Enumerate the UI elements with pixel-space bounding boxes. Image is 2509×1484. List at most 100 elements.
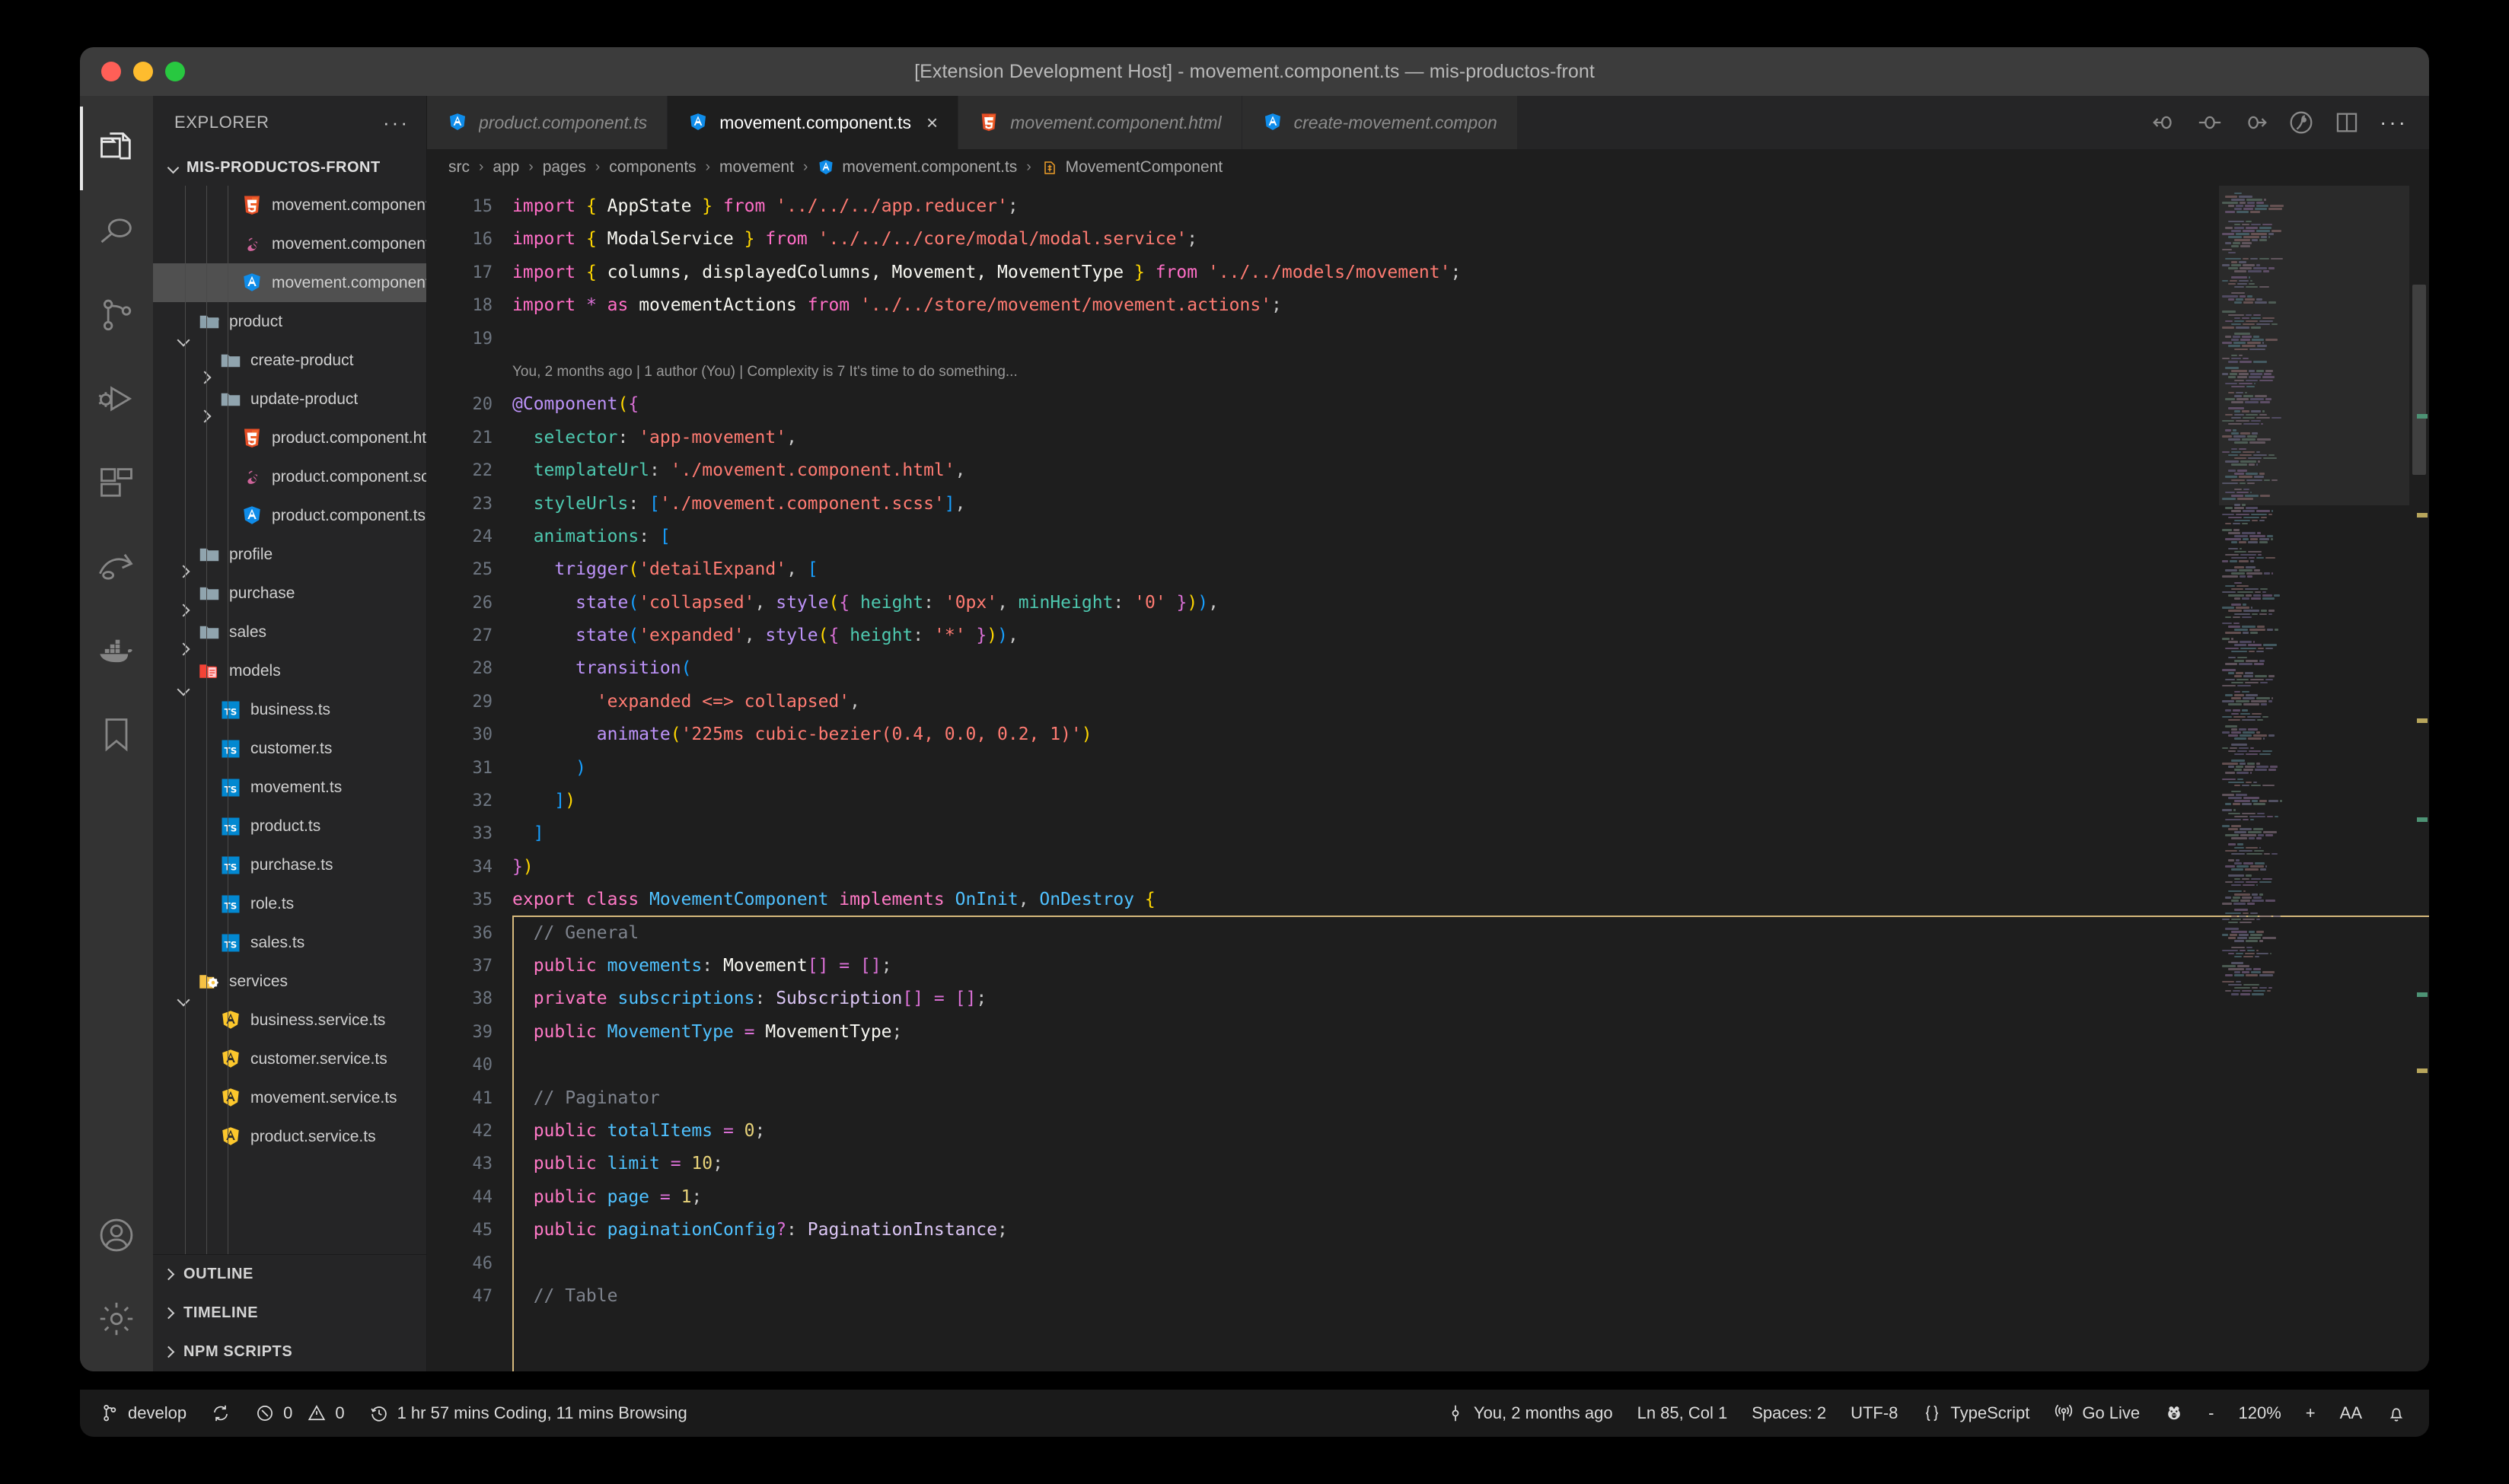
code-editor[interactable]: 15 16 17 18 19 20 21 22 23 24 25 26 27 28 29 30 31 32 33 34…	[427, 186, 2429, 1371]
status-item-problems[interactable]: 00	[243, 1390, 357, 1437]
code-line-33[interactable]: ]	[512, 817, 2429, 850]
code-line-37[interactable]: public movements: Movement[] = [];	[512, 950, 2429, 982]
breadcrumb[interactable]: src › app › pages › components › movement › moveme…	[427, 149, 2429, 186]
code-content[interactable]: import { AppState } from '../../../app.r…	[512, 186, 2429, 1371]
status-item-zoom-level[interactable]: 120%	[2227, 1390, 2294, 1437]
tree-folder-update-product[interactable]: update-product	[153, 380, 426, 419]
breadcrumb-item-pages[interactable]: pages	[541, 158, 588, 177]
tree-file-product.component.scss[interactable]: product.component.scss	[153, 457, 426, 496]
activity-item-accounts[interactable]	[80, 1193, 153, 1277]
breadcrumb-item-src[interactable]: src	[447, 158, 471, 177]
activity-item-source-control[interactable]	[80, 274, 153, 358]
status-item-git-blame[interactable]: You, 2 months ago	[1426, 1390, 1625, 1437]
code-line-24[interactable]: animations: [	[512, 521, 2429, 553]
sidebar-more-actions-button[interactable]: ···	[383, 113, 410, 132]
code-line-22[interactable]: templateUrl: './movement.component.html'…	[512, 454, 2429, 487]
code-line-34[interactable]: })	[512, 851, 2429, 884]
project-root-header[interactable]: MIS-PRODUCTOS-FRONT	[153, 149, 426, 186]
status-item-encoding[interactable]: UTF-8	[1838, 1390, 1910, 1437]
editor-actions[interactable]: ···	[2130, 96, 2429, 149]
tree-file-movement.ts[interactable]: TS movement.ts	[153, 768, 426, 807]
close-window-button[interactable]	[101, 62, 121, 81]
code-line-15[interactable]: import { AppState } from '../../../app.r…	[512, 190, 2429, 223]
code-line-32[interactable]: ])	[512, 785, 2429, 817]
maximize-window-button[interactable]	[165, 62, 185, 81]
tree-folder-create-product[interactable]: create-product	[153, 341, 426, 380]
more-actions-icon[interactable]: ···	[2380, 112, 2408, 133]
code-line-16[interactable]: import { ModalService } from '../../../c…	[512, 223, 2429, 256]
activity-item-explorer[interactable]	[80, 107, 153, 190]
tree-file-business.ts[interactable]: TS business.ts	[153, 690, 426, 729]
editor-tab-product.component.ts[interactable]: product.component.ts	[427, 96, 668, 149]
sidebar-panel-timeline[interactable]: TIMELINE	[153, 1294, 426, 1333]
code-line-26[interactable]: state('collapsed', style({ height: '0px'…	[512, 587, 2429, 619]
minimap[interactable]	[2219, 186, 2409, 1371]
status-item-zoom-out[interactable]: -	[2196, 1390, 2226, 1437]
activity-item-search[interactable]	[80, 190, 153, 274]
status-item-notifications[interactable]	[2374, 1390, 2418, 1437]
status-item-sync[interactable]	[199, 1390, 243, 1437]
code-line-25[interactable]: trigger('detailExpand', [	[512, 553, 2429, 586]
code-line-47[interactable]: // Table	[512, 1280, 2429, 1313]
status-item-bracket-pair-colorizer[interactable]	[2152, 1390, 2196, 1437]
go-back-icon[interactable]	[2151, 110, 2177, 135]
window-controls[interactable]	[101, 62, 185, 81]
tree-file-customer.service.ts[interactable]: customer.service.ts	[153, 1040, 426, 1078]
code-line-17[interactable]: import { columns, displayedColumns, Move…	[512, 256, 2429, 289]
tree-file-sales.ts[interactable]: TS sales.ts	[153, 923, 426, 962]
code-line-18[interactable]: import * as movementActions from '../../…	[512, 289, 2429, 322]
status-item-font-size[interactable]: AA	[2328, 1390, 2374, 1437]
tree-file-movement.component.ts[interactable]: movement.component.ts	[153, 263, 426, 302]
code-line-43[interactable]: public limit = 10;	[512, 1148, 2429, 1180]
tree-folder-models[interactable]: models	[153, 651, 426, 690]
go-to-icon[interactable]	[2197, 110, 2223, 135]
breadcrumb-item-movement[interactable]: movement	[718, 158, 795, 177]
tree-file-movement.component.h...[interactable]: movement.component.h...	[153, 186, 426, 225]
editor-tab-movement.component.ts[interactable]: movement.component.ts ×	[668, 96, 959, 149]
activity-item-docker[interactable]	[80, 609, 153, 693]
editor-tab-bar[interactable]: product.component.ts movement.component.t…	[427, 96, 2429, 149]
tree-file-product.ts[interactable]: TS product.ts	[153, 807, 426, 845]
code-line-40[interactable]	[512, 1049, 2429, 1081]
close-icon[interactable]: ×	[926, 111, 938, 135]
status-item-cursor-position[interactable]: Ln 85, Col 1	[1625, 1390, 1740, 1437]
file-tree[interactable]: movement.component.h... movement.componen…	[153, 186, 426, 1254]
tree-file-product.service.ts[interactable]: product.service.ts	[153, 1117, 426, 1156]
breadcrumb-item-components[interactable]: components	[607, 158, 697, 177]
tree-folder-profile[interactable]: profile	[153, 535, 426, 574]
status-item-language-mode[interactable]: TypeScript	[1910, 1390, 2042, 1437]
code-lens[interactable]: You, 2 months ago | 1 author (You) | Com…	[512, 355, 2429, 388]
code-line-19[interactable]	[512, 323, 2429, 355]
code-line-23[interactable]: styleUrls: ['./movement.component.scss']…	[512, 488, 2429, 521]
status-item-indentation[interactable]: Spaces: 2	[1739, 1390, 1838, 1437]
tree-file-business.service.ts[interactable]: business.service.ts	[153, 1001, 426, 1040]
status-item-branch[interactable]: develop	[80, 1390, 199, 1437]
code-line-28[interactable]: transition(	[512, 652, 2429, 685]
tree-folder-services[interactable]: services	[153, 962, 426, 1001]
code-line-41[interactable]: // Paginator	[512, 1082, 2429, 1115]
tree-folder-purchase[interactable]: purchase	[153, 574, 426, 613]
code-line-46[interactable]	[512, 1247, 2429, 1280]
test-beaker-icon[interactable]	[2288, 110, 2314, 135]
activity-item-run-and-debug[interactable]	[80, 358, 153, 441]
code-line-27[interactable]: state('expanded', style({ height: '*' })…	[512, 619, 2429, 652]
tree-file-movement.service.ts[interactable]: movement.service.ts	[153, 1078, 426, 1117]
code-line-36[interactable]: // General	[512, 917, 2429, 950]
tree-file-purchase.ts[interactable]: TS purchase.ts	[153, 845, 426, 884]
code-line-45[interactable]: public paginationConfig?: PaginationInst…	[512, 1214, 2429, 1247]
activity-item-extensions[interactable]	[80, 441, 153, 525]
editor-tab-movement.component.html[interactable]: movement.component.html	[958, 96, 1242, 149]
editor-tab-create-movement.compon[interactable]: create-movement.compon	[1242, 96, 1518, 149]
activity-item-settings[interactable]	[80, 1277, 153, 1361]
tree-file-product.component.html[interactable]: product.component.html	[153, 419, 426, 457]
status-item-wakatime[interactable]: 1 hr 57 mins Coding, 11 mins Browsing	[357, 1390, 700, 1437]
split-editor-icon[interactable]	[2334, 110, 2360, 135]
code-line-42[interactable]: public totalItems = 0;	[512, 1115, 2429, 1148]
code-line-31[interactable]: )	[512, 752, 2429, 785]
code-line-21[interactable]: selector: 'app-movement',	[512, 422, 2429, 454]
activity-item-bookmarks[interactable]	[80, 693, 153, 776]
minimize-window-button[interactable]	[133, 62, 153, 81]
activity-item-remote-explorer[interactable]	[80, 525, 153, 609]
tree-file-role.ts[interactable]: TS role.ts	[153, 884, 426, 923]
code-line-20[interactable]: @Component({	[512, 388, 2429, 421]
